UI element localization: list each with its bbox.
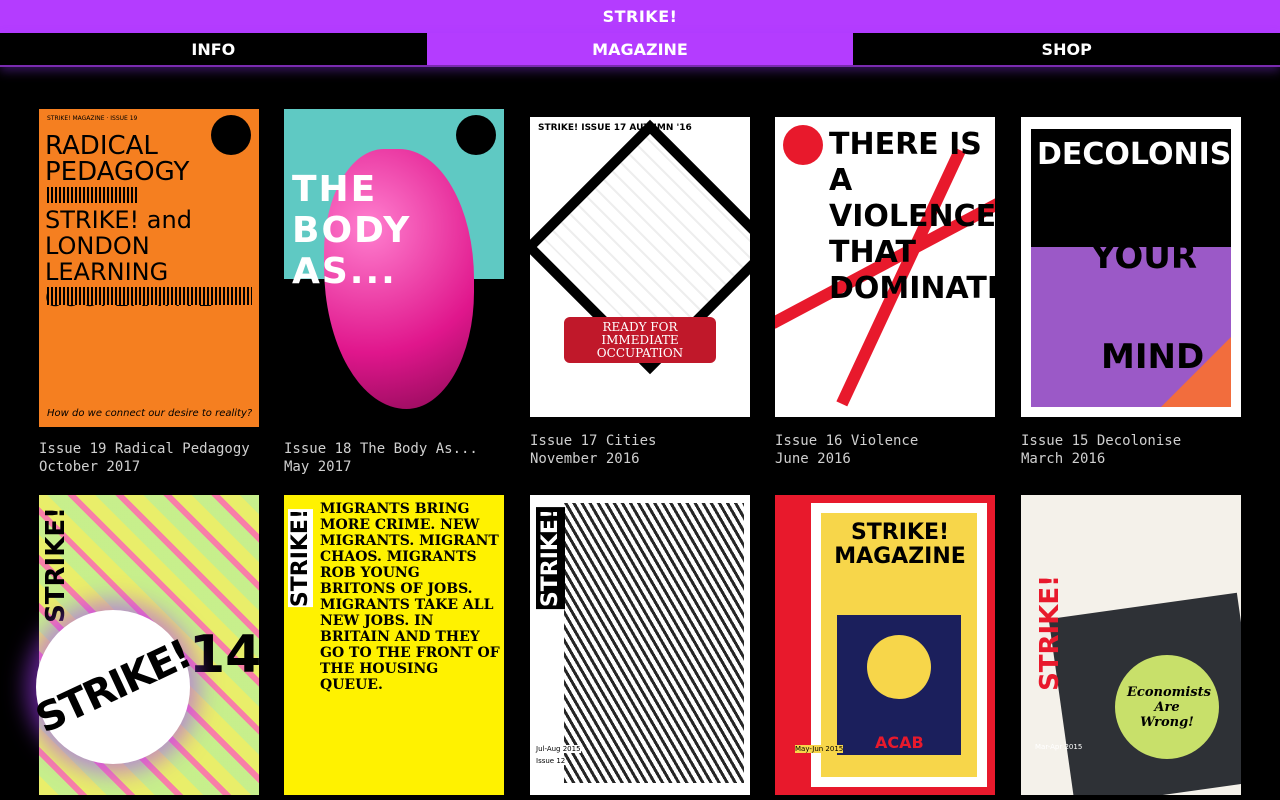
cover-noise-bar	[47, 287, 252, 305]
cover-issue-10[interactable]: Economists Are Wrong! STRIKE! Mar-Apr 20…	[1021, 495, 1241, 795]
issue-date: March 2016	[1021, 451, 1106, 467]
issue-caption[interactable]: Issue 18 The Body As... May 2017	[284, 440, 478, 476]
cover-issue-15[interactable]: DECOLONISE YOUR MIND	[1021, 117, 1241, 417]
cover-date: May-Jun 2015	[795, 745, 844, 753]
issue-title: Issue 16 Violence	[775, 433, 919, 449]
cover-date: Jul-Aug 2015	[536, 745, 581, 753]
skull-icon	[867, 635, 931, 699]
issue-caption[interactable]: Issue 15 Decolonise March 2016	[1021, 432, 1181, 468]
cover-headline: STRIKE! ISSUE 17 AUTUMN '16	[538, 123, 692, 133]
issue-date: October 2017	[39, 459, 141, 475]
strike-logo-icon	[456, 115, 496, 155]
cover-issue-17[interactable]: STRIKE! ISSUE 17 AUTUMN '16 READY FOR IM…	[530, 117, 750, 417]
cover-banner: READY FOR IMMEDIATE OCCUPATION	[564, 317, 716, 363]
cover-issue-12[interactable]: STRIKE! Jul-Aug 2015 Issue 12	[530, 495, 750, 795]
cover-issue-number: Issue 12	[536, 757, 566, 765]
cover-noise-bar	[47, 187, 137, 203]
cover-issue-19[interactable]: STRIKE! MAGAZINE · ISSUE 19 RADICAL PEDA…	[39, 109, 259, 427]
strike-logo-button[interactable]: STRIKE!	[29, 610, 197, 764]
cover-headline: MIGRANTS BRING MORE CRIME. NEW MIGRANTS.…	[320, 501, 500, 693]
issue-caption[interactable]: Issue 17 Cities November 2016	[530, 432, 656, 468]
issue-caption[interactable]: Issue 19 Radical Pedagogy October 2017	[39, 440, 250, 476]
issue-grid: STRIKE! MAGAZINE · ISSUE 19 RADICAL PEDA…	[0, 0, 1280, 800]
cover-headline: STRIKE! MAGAZINE	[834, 520, 966, 569]
issue-caption[interactable]: Issue 16 Violence June 2016	[775, 432, 918, 468]
cover-subheadline: ACAB	[875, 733, 924, 752]
cover-issue-18[interactable]: THE BODY AS...	[284, 109, 504, 427]
cover-headline: RADICAL PEDAGOGY	[45, 131, 190, 187]
issue-date: November 2016	[530, 451, 640, 467]
cover-logo: STRIKE!	[1035, 575, 1065, 691]
cover-date: Mar-Apr 2015	[1035, 743, 1083, 751]
cover-illustration	[564, 503, 744, 783]
strike-logo-icon	[783, 125, 823, 165]
strike-logo-icon	[211, 115, 251, 155]
cover-headline: STRIKE!	[41, 507, 71, 623]
cover-meta: STRIKE! MAGAZINE · ISSUE 19	[47, 115, 138, 122]
cover-issue-number: 14	[189, 625, 259, 685]
issue-title: Issue 15 Decolonise	[1021, 433, 1182, 449]
issue-title: Issue 17 Cities	[530, 433, 657, 449]
strike-logo-text: STRIKE!	[28, 631, 198, 743]
issue-date: May 2017	[284, 459, 352, 475]
cover-headline: THE BODY AS...	[292, 169, 412, 292]
cover-issue-11[interactable]: STRIKE! MAGAZINE ACAB May-Jun 2015	[775, 495, 995, 795]
cover-subheadline: YOUR	[1091, 237, 1198, 277]
cover-footer: How do we connect our desire to reality?	[47, 408, 253, 419]
cover-subheadline: Economists Are Wrong!	[1127, 684, 1211, 730]
cover-issue-13[interactable]: MIGRANTS BRING MORE CRIME. NEW MIGRANTS.…	[284, 495, 504, 795]
issue-title: Issue 19 Radical Pedagogy	[39, 441, 250, 457]
cover-headline: THERE IS A VIOLENCE THAT DOMINATES.	[829, 127, 995, 306]
cover-logo: STRIKE!	[288, 509, 313, 608]
badge-icon: Economists Are Wrong!	[1115, 655, 1219, 759]
cover-issue-16[interactable]: THERE IS A VIOLENCE THAT DOMINATES.	[775, 117, 995, 417]
cover-headline: DECOLONISE	[1037, 137, 1241, 172]
issue-title: Issue 18 The Body As...	[284, 441, 478, 457]
cover-logo: STRIKE!	[536, 507, 565, 610]
issue-date: June 2016	[775, 451, 851, 467]
cover-footer: MIND	[1101, 337, 1205, 377]
